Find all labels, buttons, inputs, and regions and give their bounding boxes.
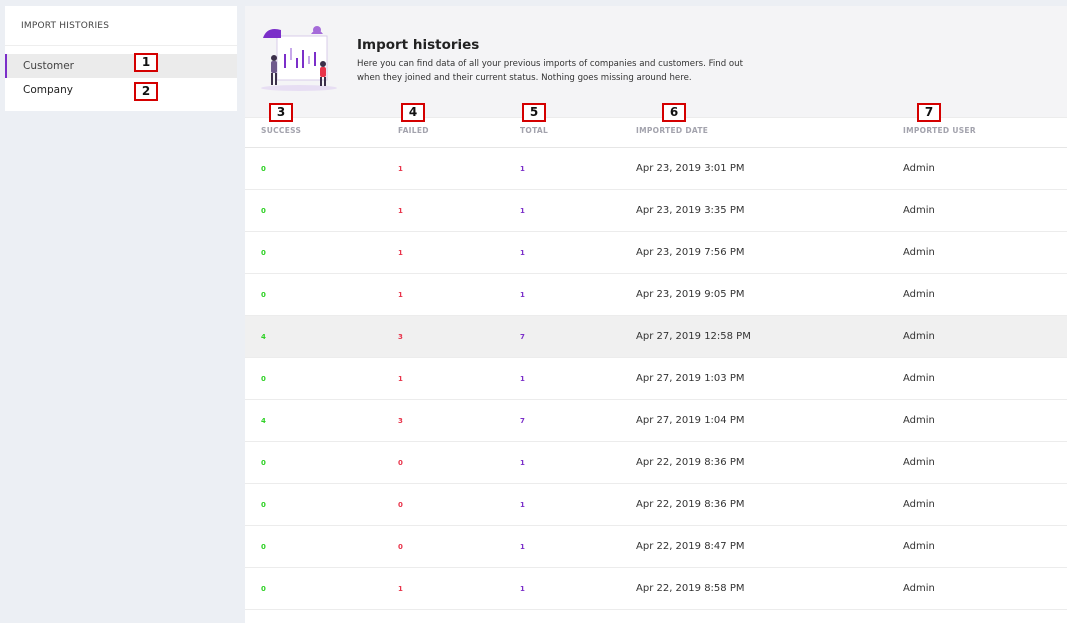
table-row[interactable]: 0 0 1 Apr 22, 2019 8:36 PM Admin [245,484,1067,526]
imported-user: Admin [903,289,935,300]
imported-user: Admin [903,583,935,594]
sidebar: IMPORT HISTORIES Customer Company [5,6,237,111]
success-count: 4 [261,417,266,425]
total-count: 1 [520,585,525,593]
failed-count: 1 [398,165,403,173]
imported-user: Admin [903,499,935,510]
failed-count: 0 [398,543,403,551]
imported-date: Apr 23, 2019 9:05 PM [636,289,745,300]
imported-user: Admin [903,163,935,174]
sidebar-title: IMPORT HISTORIES [5,6,237,46]
success-count: 0 [261,207,266,215]
success-count: 0 [261,585,266,593]
imported-date: Apr 22, 2019 8:47 PM [636,541,745,552]
imported-date: Apr 23, 2019 7:56 PM [636,247,745,258]
table-row[interactable]: 0 1 1 Apr 23, 2019 3:01 PM Admin [245,148,1067,190]
failed-count: 3 [398,417,403,425]
total-count: 1 [520,291,525,299]
annotation-marker-7: 7 [917,103,941,122]
success-count: 0 [261,165,266,173]
annotation-marker-2: 2 [134,82,158,101]
column-header-success[interactable]: SUCCESS [261,126,301,135]
annotation-marker-1: 1 [134,53,158,72]
imported-date: Apr 22, 2019 8:58 PM [636,583,745,594]
table-row[interactable]: 0 0 1 Apr 22, 2019 8:47 PM Admin [245,526,1067,568]
page-title: Import histories [357,37,480,53]
column-header-imported-date[interactable]: IMPORTED DATE [636,126,708,135]
table-row[interactable]: 0 1 1 Apr 27, 2019 1:03 PM Admin [245,358,1067,400]
total-count: 1 [520,501,525,509]
imported-date: Apr 27, 2019 12:58 PM [636,331,751,342]
total-count: 7 [520,417,525,425]
annotation-marker-4: 4 [401,103,425,122]
table-row[interactable]: 0 0 1 Apr 22, 2019 8:36 PM Admin [245,442,1067,484]
table-row[interactable]: 0 1 1 Apr 22, 2019 8:58 PM Admin [245,568,1067,610]
sidebar-list: Customer Company [5,54,237,102]
imported-user: Admin [903,457,935,468]
table-row[interactable]: 4 3 7 Apr 27, 2019 12:58 PM Admin [245,316,1067,358]
success-count: 0 [261,375,266,383]
page-description: Here you can find data of all your previ… [357,59,743,83]
page-header: Import histories Here you can find data … [245,6,1067,118]
annotation-marker-6: 6 [662,103,686,122]
total-count: 1 [520,375,525,383]
failed-count: 0 [398,459,403,467]
table-row[interactable]: 4 3 7 Apr 27, 2019 1:04 PM Admin [245,400,1067,442]
failed-count: 1 [398,207,403,215]
import-chart-illustration-icon [261,26,337,91]
success-count: 0 [261,543,266,551]
failed-count: 0 [398,501,403,509]
total-count: 1 [520,459,525,467]
sidebar-item-company[interactable]: Company [5,78,237,102]
column-header-imported-user[interactable]: IMPORTED USER [903,126,976,135]
success-count: 4 [261,333,266,341]
sidebar-item-customer[interactable]: Customer [5,54,237,78]
imported-date: Apr 22, 2019 8:36 PM [636,457,745,468]
failed-count: 1 [398,585,403,593]
total-count: 1 [520,249,525,257]
failed-count: 3 [398,333,403,341]
success-count: 0 [261,501,266,509]
total-count: 1 [520,165,525,173]
main-panel: Import histories Here you can find data … [245,6,1067,623]
total-count: 1 [520,207,525,215]
imported-date: Apr 27, 2019 1:04 PM [636,415,745,426]
total-count: 1 [520,543,525,551]
imported-user: Admin [903,541,935,552]
column-header-failed[interactable]: FAILED [398,126,429,135]
failed-count: 1 [398,291,403,299]
import-history-table: 0 1 1 Apr 23, 2019 3:01 PM Admin 0 1 1 A… [245,148,1067,610]
annotation-marker-5: 5 [522,103,546,122]
imported-user: Admin [903,415,935,426]
imported-date: Apr 27, 2019 1:03 PM [636,373,745,384]
imported-date: Apr 22, 2019 8:36 PM [636,499,745,510]
imported-user: Admin [903,247,935,258]
failed-count: 1 [398,375,403,383]
imported-user: Admin [903,331,935,342]
failed-count: 1 [398,249,403,257]
success-count: 0 [261,291,266,299]
success-count: 0 [261,249,266,257]
table-row[interactable]: 0 1 1 Apr 23, 2019 7:56 PM Admin [245,232,1067,274]
table-row[interactable]: 0 1 1 Apr 23, 2019 3:35 PM Admin [245,190,1067,232]
success-count: 0 [261,459,266,467]
imported-date: Apr 23, 2019 3:35 PM [636,205,745,216]
total-count: 7 [520,333,525,341]
column-header-total[interactable]: TOTAL [520,126,548,135]
imported-user: Admin [903,373,935,384]
annotation-marker-3: 3 [269,103,293,122]
imported-user: Admin [903,205,935,216]
table-row[interactable]: 0 1 1 Apr 23, 2019 9:05 PM Admin [245,274,1067,316]
imported-date: Apr 23, 2019 3:01 PM [636,163,745,174]
